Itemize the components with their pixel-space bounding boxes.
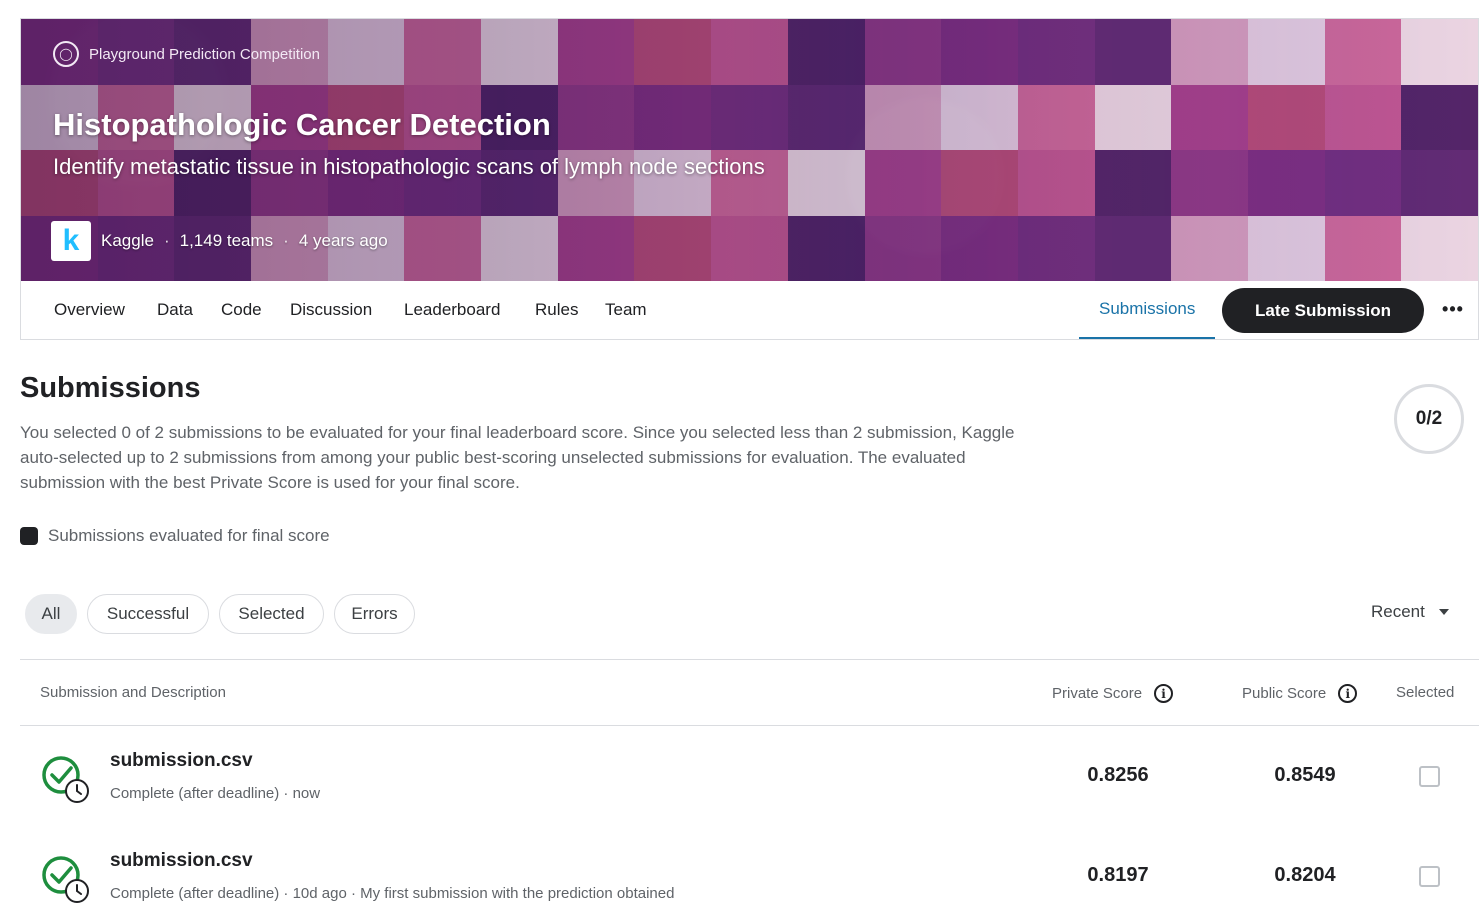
tab-leaderboard[interactable]: Leaderboard — [404, 281, 500, 339]
filter-errors-chip[interactable]: Errors — [334, 594, 415, 634]
info-icon[interactable]: i — [1338, 684, 1358, 703]
tab-rules[interactable]: Rules — [535, 281, 578, 339]
complete-status-icon — [42, 856, 89, 903]
competition-tabs: Overview Data Code Discussion Leaderboar… — [20, 281, 1479, 340]
page-title: Submissions — [20, 372, 201, 404]
submission-meta: Complete (after deadline) · 10d ago · My… — [110, 885, 675, 902]
legend: Submissions evaluated for final score — [20, 526, 330, 546]
late-submission-button[interactable]: Late Submission — [1222, 288, 1424, 333]
competition-meta: k Kaggle · 1,149 teams · 4 years ago — [51, 221, 388, 261]
kaggle-logo-icon[interactable]: k — [51, 221, 91, 261]
submission-file-name[interactable]: submission.csv — [110, 750, 253, 772]
submission-meta: Complete (after deadline) · now — [110, 785, 321, 802]
legend-label: Submissions evaluated for final score — [48, 526, 330, 545]
tab-overview[interactable]: Overview — [54, 281, 125, 339]
private-score: 0.8197 — [1087, 864, 1149, 886]
tab-submissions[interactable]: Submissions — [1079, 281, 1216, 339]
filter-successful-chip[interactable]: Successful — [87, 594, 209, 634]
column-header-private-score: Private Score i — [1052, 684, 1174, 703]
column-header-selected: Selected — [1396, 684, 1455, 701]
bike-icon: ◯ — [53, 41, 79, 67]
public-score: 0.8204 — [1274, 864, 1336, 886]
info-icon[interactable]: i — [1154, 684, 1174, 703]
submissions-description: You selected 0 of 2 submissions to be ev… — [20, 423, 1015, 492]
public-score: 0.8549 — [1274, 764, 1336, 786]
submission-file-name[interactable]: submission.csv — [110, 850, 253, 872]
sort-label: Recent — [1371, 602, 1425, 621]
table-header-divider — [20, 725, 1479, 726]
competition-type-label: Playground Prediction Competition — [89, 45, 320, 63]
complete-status-icon — [42, 756, 89, 803]
select-submission-checkbox[interactable] — [1419, 766, 1440, 787]
competition-subtitle: Identify metastatic tissue in histopatho… — [53, 154, 765, 179]
competition-type: ◯ Playground Prediction Competition — [53, 41, 320, 67]
competition-age: 4 years ago — [298, 231, 388, 250]
column-header-public-score: Public Score i — [1242, 684, 1358, 703]
filter-all-chip[interactable]: All — [25, 594, 77, 634]
legend-swatch — [20, 527, 38, 545]
competition-title: Histopathologic Cancer Detection — [53, 107, 551, 142]
chevron-down-icon — [1438, 609, 1449, 615]
tab-code[interactable]: Code — [221, 281, 262, 339]
table-top-divider — [20, 659, 1479, 660]
host-name[interactable]: Kaggle — [101, 231, 154, 251]
tab-discussion[interactable]: Discussion — [290, 281, 372, 339]
selected-counter: 0/2 — [1394, 384, 1464, 454]
filter-selected-chip[interactable]: Selected — [219, 594, 324, 634]
more-options-icon[interactable]: ••• — [1441, 297, 1465, 321]
tab-data[interactable]: Data — [157, 281, 193, 339]
tab-team[interactable]: Team — [605, 281, 647, 339]
private-score: 0.8256 — [1087, 764, 1149, 786]
team-count: 1,149 teams — [179, 231, 274, 250]
sort-dropdown[interactable]: Recent — [1371, 602, 1449, 622]
select-submission-checkbox[interactable] — [1419, 866, 1440, 887]
competition-header-banner: ◯ Playground Prediction Competition Hist… — [20, 18, 1479, 281]
column-header-submission: Submission and Description — [40, 684, 226, 701]
